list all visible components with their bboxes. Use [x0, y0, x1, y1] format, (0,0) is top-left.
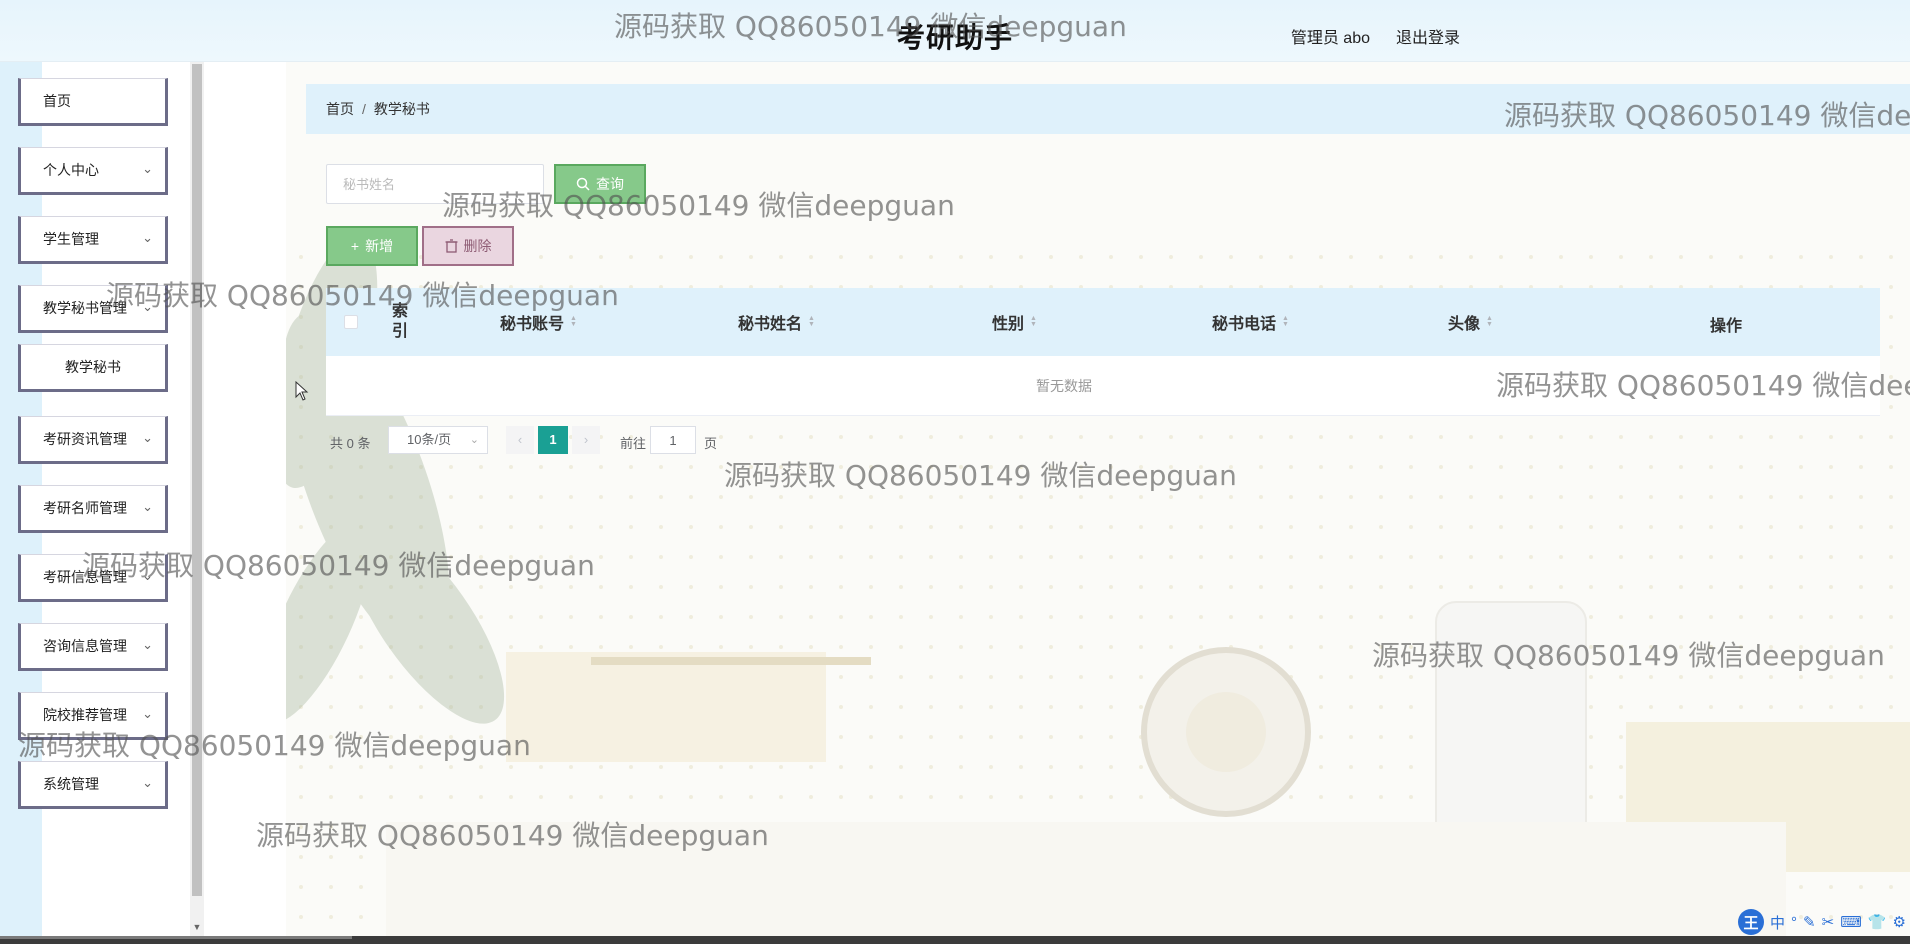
chevron-down-icon: ⌄ [469, 434, 479, 446]
main-content: 首页 / 教学秘书 查询 + 新增 删除 索引 秘书账号 ▲▼ [286, 62, 1910, 936]
column-header-label: 秘书账号 [500, 316, 565, 333]
taskbar-highlight [0, 936, 352, 939]
sidebar-item-system-management[interactable]: 系统管理 ⌄ [18, 761, 168, 809]
pagination-total: 共 0 条 [330, 436, 371, 451]
empty-text: 暂无数据 [1036, 377, 1092, 394]
column-header-avatar[interactable]: 头像 ▲ ▼ [1448, 288, 1493, 356]
mouse-pointer-icon [295, 381, 309, 401]
sidebar-item-teacher-management[interactable]: 考研名师管理 ⌄ [18, 485, 168, 533]
column-header-index: 索引 [392, 288, 418, 356]
breadcrumb-home[interactable]: 首页 [326, 99, 354, 119]
column-header-label: 索引 [392, 303, 409, 340]
sidebar-item-label: 教学秘书 [65, 359, 121, 375]
sidebar-subitem-secretary[interactable]: 教学秘书 [18, 344, 168, 392]
sidebar-item-label: 院校推荐管理 [43, 707, 127, 723]
column-header-label: 性别 [992, 316, 1025, 333]
chevron-down-icon: ⌄ [142, 230, 153, 245]
sort-icon[interactable]: ▲ ▼ [1282, 315, 1289, 328]
ime-punctuation-icon[interactable]: ° [1791, 914, 1797, 931]
chevron-down-icon: ⌄ [142, 499, 153, 514]
column-header-label: 秘书姓名 [738, 316, 803, 333]
sidebar-item-label: 考研资讯管理 [43, 431, 127, 447]
sort-icon[interactable]: ▲ ▼ [808, 315, 815, 328]
logout-link[interactable]: 退出登录 [1396, 24, 1460, 48]
sidebar-item-label: 教学秘书管理 [43, 300, 127, 316]
column-header-account[interactable]: 秘书账号 ▲ ▼ [500, 288, 577, 356]
secretary-table: 索引 秘书账号 ▲ ▼ 秘书姓名 ▲ ▼ 性别 ▲ ▼ 秘书电话 ▲ ▼ 头像 ▲ ▼ [326, 288, 1880, 416]
ime-handwriting-icon[interactable]: ✎ [1803, 913, 1816, 931]
chevron-down-icon: ⌄ [142, 637, 153, 652]
sidebar: 首页 个人中心 ⌄ 学生管理 ⌄ 教学秘书管理 ⌄ 教学秘书 考研资讯管理 ⌄ … [0, 62, 192, 936]
select-all-checkbox[interactable] [344, 315, 358, 329]
chevron-down-icon: ⌄ [142, 430, 153, 445]
sidebar-item-secretary-management[interactable]: 教学秘书管理 ⌄ [18, 285, 168, 333]
chevron-down-icon: ⌄ [142, 706, 153, 721]
table-empty-state: 暂无数据 [326, 356, 1880, 416]
sidebar-item-label: 系统管理 [43, 776, 99, 792]
sidebar-item-label: 首页 [43, 93, 71, 109]
chevron-down-icon: ⌄ [142, 775, 153, 790]
prev-page-button[interactable]: ‹ [506, 426, 534, 454]
page-number-button[interactable]: 1 [538, 426, 568, 454]
goto-page-input[interactable] [650, 426, 696, 454]
breadcrumb-separator: / [362, 101, 366, 117]
page-size-select[interactable]: 10条/页 ⌄ [388, 426, 488, 454]
ime-keyboard-icon[interactable]: ⌨ [1840, 913, 1862, 931]
delete-button-label: 删除 [463, 238, 492, 254]
sort-icon[interactable]: ▲ ▼ [1486, 315, 1493, 328]
sidebar-item-school-management[interactable]: 院校推荐管理 ⌄ [18, 692, 168, 740]
page-size-value: 10条/页 [407, 432, 452, 447]
sidebar-scrollbar-thumb[interactable] [192, 64, 202, 896]
column-header-gender[interactable]: 性别 ▲ ▼ [992, 288, 1037, 356]
chevron-down-icon: ⌄ [142, 568, 153, 583]
secretary-name-search-input[interactable] [326, 164, 544, 204]
add-button-label: 新增 [365, 238, 394, 254]
sort-icon[interactable]: ▲ ▼ [570, 315, 577, 328]
table-header: 索引 秘书账号 ▲ ▼ 秘书姓名 ▲ ▼ 性别 ▲ ▼ 秘书电话 ▲ ▼ 头像 ▲ ▼ [326, 288, 1880, 356]
ime-skin-icon[interactable]: 👕 [1868, 913, 1887, 931]
delete-button[interactable]: 删除 [422, 226, 514, 266]
app-title: 考研助手 [896, 22, 1013, 53]
column-header-label: 秘书电话 [1212, 316, 1277, 333]
add-button[interactable]: + 新增 [326, 226, 418, 266]
chevron-down-icon: ⌄ [142, 299, 153, 314]
breadcrumb-current: 教学秘书 [373, 101, 430, 117]
sidebar-item-info-management[interactable]: 考研信息管理 ⌄ [18, 554, 168, 602]
sidebar-item-student-management[interactable]: 学生管理 ⌄ [18, 216, 168, 264]
sidebar-item-label: 咨询信息管理 [43, 638, 127, 654]
sidebar-item-label: 学生管理 [43, 231, 99, 247]
column-header-label: 操作 [1710, 318, 1743, 335]
chevron-down-icon: ⌄ [142, 161, 153, 176]
column-header-phone[interactable]: 秘书电话 ▲ ▼ [1212, 288, 1289, 356]
ime-screenshot-icon[interactable]: ✂ [1822, 913, 1835, 931]
next-page-button[interactable]: › [572, 426, 600, 454]
column-header-actions: 操作 [1710, 290, 1742, 358]
search-icon [576, 177, 590, 191]
ime-toolbar: 王 中 ° ✎ ✂ ⌨ 👕 ⚙ [1734, 908, 1910, 936]
ime-settings-icon[interactable]: ⚙ [1893, 913, 1906, 931]
page-unit-label: 页 [704, 436, 718, 451]
ime-logo-icon[interactable]: 王 [1738, 909, 1765, 935]
sidebar-item-label: 考研名师管理 [43, 500, 127, 516]
trash-icon [445, 239, 457, 253]
top-header: 考研助手 管理员 abo 退出登录 [0, 0, 1910, 62]
sidebar-item-personal-center[interactable]: 个人中心 ⌄ [18, 147, 168, 195]
sidebar-item-label: 考研信息管理 [43, 569, 127, 585]
column-header-name[interactable]: 秘书姓名 ▲ ▼ [738, 288, 815, 356]
column-header-label: 头像 [1448, 316, 1481, 333]
breadcrumb: 首页 / 教学秘书 [306, 84, 1910, 134]
scroll-down-arrow-icon[interactable]: ▼ [192, 922, 202, 932]
sidebar-item-label: 个人中心 [43, 162, 99, 178]
goto-label: 前往 [620, 436, 647, 451]
sidebar-item-news-management[interactable]: 考研资讯管理 ⌄ [18, 416, 168, 464]
admin-user-label: 管理员 abo [1290, 30, 1370, 47]
sidebar-item-home[interactable]: 首页 [18, 78, 168, 126]
taskbar [0, 936, 1910, 944]
search-button[interactable]: 查询 [554, 164, 646, 204]
sidebar-item-consult-management[interactable]: 咨询信息管理 ⌄ [18, 623, 168, 671]
search-button-label: 查询 [596, 176, 624, 192]
plus-icon: + [350, 238, 360, 254]
sort-icon[interactable]: ▲ ▼ [1030, 315, 1037, 328]
ime-chinese-mode[interactable]: 中 [1770, 912, 1785, 933]
